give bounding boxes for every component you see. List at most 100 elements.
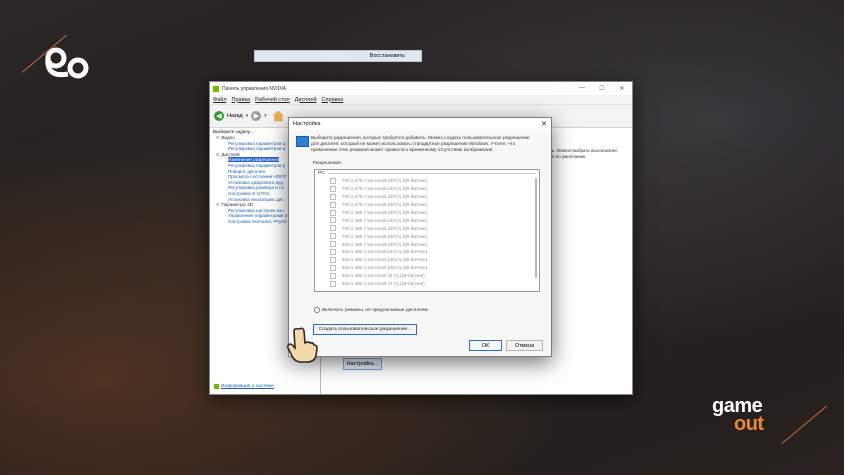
resolution-checkbox[interactable] xyxy=(330,248,336,255)
resolution-checkbox[interactable] xyxy=(330,209,336,216)
system-info-label[interactable]: Информация о системе xyxy=(221,384,274,389)
resolution-row[interactable]: 640 x 480 с частотой 75 Гц (32-битное) xyxy=(315,272,539,280)
content-text-2: е по умолчанию. xyxy=(552,154,587,159)
tree-item-label: Настройка Surround, PhysX xyxy=(228,218,287,224)
forward-dropdown-icon[interactable]: ▾ xyxy=(264,113,267,119)
resolution-row[interactable]: 720 x 576 с частотой 240 Гц (32-битное) xyxy=(315,177,539,185)
resolution-checkbox[interactable] xyxy=(330,256,336,263)
resolution-checkbox[interactable] xyxy=(330,185,336,192)
tree-item-label: Просмотр состояния HDCP xyxy=(228,174,287,180)
resolution-rows: 720 x 576 с частотой 240 Гц (32-битное) 7… xyxy=(315,177,539,287)
nvidia-app-icon xyxy=(213,85,219,92)
gameout-logo: game out xyxy=(712,396,764,434)
menu-item[interactable]: Рабочий стол xyxy=(255,97,290,103)
resolution-row[interactable]: 720 x 480 с частотой 144 Гц (32-битное) xyxy=(315,216,539,224)
resolution-row[interactable]: 640 x 480 с частотой 240 Гц (32-битное) xyxy=(315,240,539,248)
tree-item-label: Видео xyxy=(221,135,235,140)
tree-item-label: Управление параметрами 3 xyxy=(228,213,288,219)
resolution-checkbox[interactable] xyxy=(330,241,336,248)
customize-dialog: Настройка ✕ Выберите разрешения, которые… xyxy=(288,117,552,357)
enable-modes-option[interactable]: Включить режимы, не предлагаемые дисплее… xyxy=(314,307,428,313)
back-dropdown-icon[interactable]: ▾ xyxy=(246,113,249,119)
resolution-label: 640 x 480 с частотой 100 Гц (32-битное) xyxy=(342,265,428,271)
resolution-label: 640 x 480 с частотой 120 Гц (32-битное) xyxy=(342,257,428,263)
create-custom-resolution-button[interactable]: Создать пользовательское разрешение... xyxy=(313,324,417,335)
menubar: Файл Правка Рабочий стол Дисплей Справка xyxy=(210,95,632,105)
resolution-checkbox[interactable] xyxy=(330,264,336,271)
collapse-icon[interactable]: ⊟ xyxy=(216,202,219,207)
resolution-row[interactable]: 640 x 480 с частотой 144 Гц (32-битное) xyxy=(315,248,539,256)
resolution-label: 720 x 480 с частотой 144 Гц (32-битное) xyxy=(342,217,428,223)
resolution-row[interactable]: 640 x 480 с частотой 120 Гц (32-битное) xyxy=(315,256,539,264)
restore-defaults-bar: Восстановить xyxy=(254,50,422,62)
enable-modes-checkbox[interactable] xyxy=(314,307,320,313)
collapse-icon[interactable]: ⊟ xyxy=(216,152,219,157)
resolutions-label: Разрешения: xyxy=(313,161,342,166)
resolution-row[interactable]: 640 x 480 с частотой 100 Гц (32-битное) xyxy=(315,264,539,272)
resolution-row[interactable]: 720 x 480 с частотой 240 Гц (32-битное) xyxy=(315,209,539,217)
resolution-label: 640 x 480 с частотой 72 Гц (32-битное) xyxy=(342,281,425,287)
resolution-label: 720 x 480 с частотой 240 Гц (32-битное) xyxy=(342,210,428,215)
resolution-checkbox[interactable] xyxy=(330,233,336,240)
maximize-icon[interactable]: ☐ xyxy=(592,85,612,92)
resolution-label: 640 x 480 с частотой 144 Гц (32-битное) xyxy=(342,249,428,255)
resolution-group-header: PC xyxy=(315,170,539,177)
group-divider xyxy=(328,173,536,174)
resolution-label: 720 x 480 с частотой 120 Гц (32-битное) xyxy=(342,225,428,231)
back-arrow-icon[interactable]: ◀ xyxy=(214,111,224,121)
tree-item-label: Регулировка параметров р xyxy=(228,162,286,168)
resolution-checkbox[interactable] xyxy=(330,225,336,232)
tree-item-label: Поворот дисплея xyxy=(228,168,265,174)
tree-item-label: Изменение разрешения xyxy=(228,157,280,163)
collapse-icon[interactable]: ⊟ xyxy=(216,135,219,140)
resolution-label: 720 x 576 с частотой 120 Гц (32-битное) xyxy=(342,194,428,200)
tree-item-label: Параметры 3D xyxy=(221,202,253,208)
resolution-label: 640 x 480 с частотой 240 Гц (32-битное) xyxy=(342,241,428,247)
resolution-checkbox[interactable] xyxy=(330,193,336,200)
window-title: Панель управления NVIDIA xyxy=(222,85,286,92)
cancel-button[interactable]: Отмена xyxy=(506,340,543,351)
tree-item-label: Регулировка размера и по xyxy=(228,185,285,191)
resolutions-list[interactable]: PC 720 x 576 с частотой 240 Гц (32-битно… xyxy=(314,169,540,292)
menu-item[interactable]: Дисплей xyxy=(295,97,317,103)
resolution-label: 720 x 480 с частотой 100 Гц (32-битное) xyxy=(342,233,428,239)
resolution-label: 720 x 576 с частотой 240 Гц (32-битное) xyxy=(342,178,428,184)
resolution-row[interactable]: 720 x 480 с частотой 120 Гц (32-битное) xyxy=(315,224,539,232)
back-button-label[interactable]: Назад xyxy=(227,113,243,119)
dialog-close-icon[interactable]: ✕ xyxy=(537,120,551,128)
minimize-icon[interactable]: — xyxy=(572,85,592,92)
close-icon[interactable]: ✕ xyxy=(612,85,632,92)
menu-item[interactable]: Справка xyxy=(322,97,344,103)
resolution-row[interactable]: 720 x 576 с частотой 120 Гц (32-битное) xyxy=(315,193,539,201)
monitor-icon xyxy=(296,136,309,147)
resolution-row[interactable]: 720 x 576 с частотой 100 Гц (32-битное) xyxy=(315,201,539,209)
resolution-row[interactable]: 640 x 480 с частотой 72 Гц (32-битное) xyxy=(315,280,539,288)
resolution-label: 720 x 576 с частотой 100 Гц (32-битное) xyxy=(342,202,428,208)
window-titlebar: Панель управления NVIDIA — ☐ ✕ xyxy=(210,82,632,95)
tree-item-label: Регулировка параметров и xyxy=(228,146,286,152)
restore-button[interactable]: Восстановить xyxy=(370,53,405,59)
content-description: ь. Можно выбрать высококачес е по умолча… xyxy=(552,148,618,160)
resolution-checkbox[interactable] xyxy=(330,217,336,224)
resolution-checkbox[interactable] xyxy=(330,272,336,279)
pointing-hand-icon xyxy=(286,327,318,363)
dialog-description: Выберите разрешения, которые требуется д… xyxy=(311,135,530,152)
ok-button[interactable]: ОК xyxy=(469,340,502,351)
dialog-title: Настройка xyxy=(293,121,321,127)
resolution-checkbox[interactable] xyxy=(330,201,336,208)
tree-item-label: Установка нескольких дис xyxy=(228,196,284,202)
system-info-link[interactable]: Информация о системе xyxy=(214,384,274,389)
resolution-checkbox[interactable] xyxy=(330,177,336,184)
forward-arrow-icon[interactable]: ▶ xyxy=(251,111,262,121)
home-icon[interactable] xyxy=(272,110,284,122)
customize-button[interactable]: Настройка... xyxy=(343,358,382,370)
menu-item[interactable]: Правка xyxy=(232,97,251,103)
resolution-checkbox[interactable] xyxy=(330,280,336,287)
dialog-titlebar: Настройка ✕ xyxy=(289,118,551,130)
resolution-row[interactable]: 720 x 480 с частотой 100 Гц (32-битное) xyxy=(315,232,539,240)
resolution-label: 640 x 480 с частотой 75 Гц (32-битное) xyxy=(342,273,425,279)
menu-item[interactable]: Файл xyxy=(213,97,227,103)
info-icon xyxy=(214,384,219,389)
list-scrollbar[interactable] xyxy=(535,178,537,278)
resolution-row[interactable]: 720 x 576 с частотой 144 Гц (32-битное) xyxy=(315,185,539,193)
